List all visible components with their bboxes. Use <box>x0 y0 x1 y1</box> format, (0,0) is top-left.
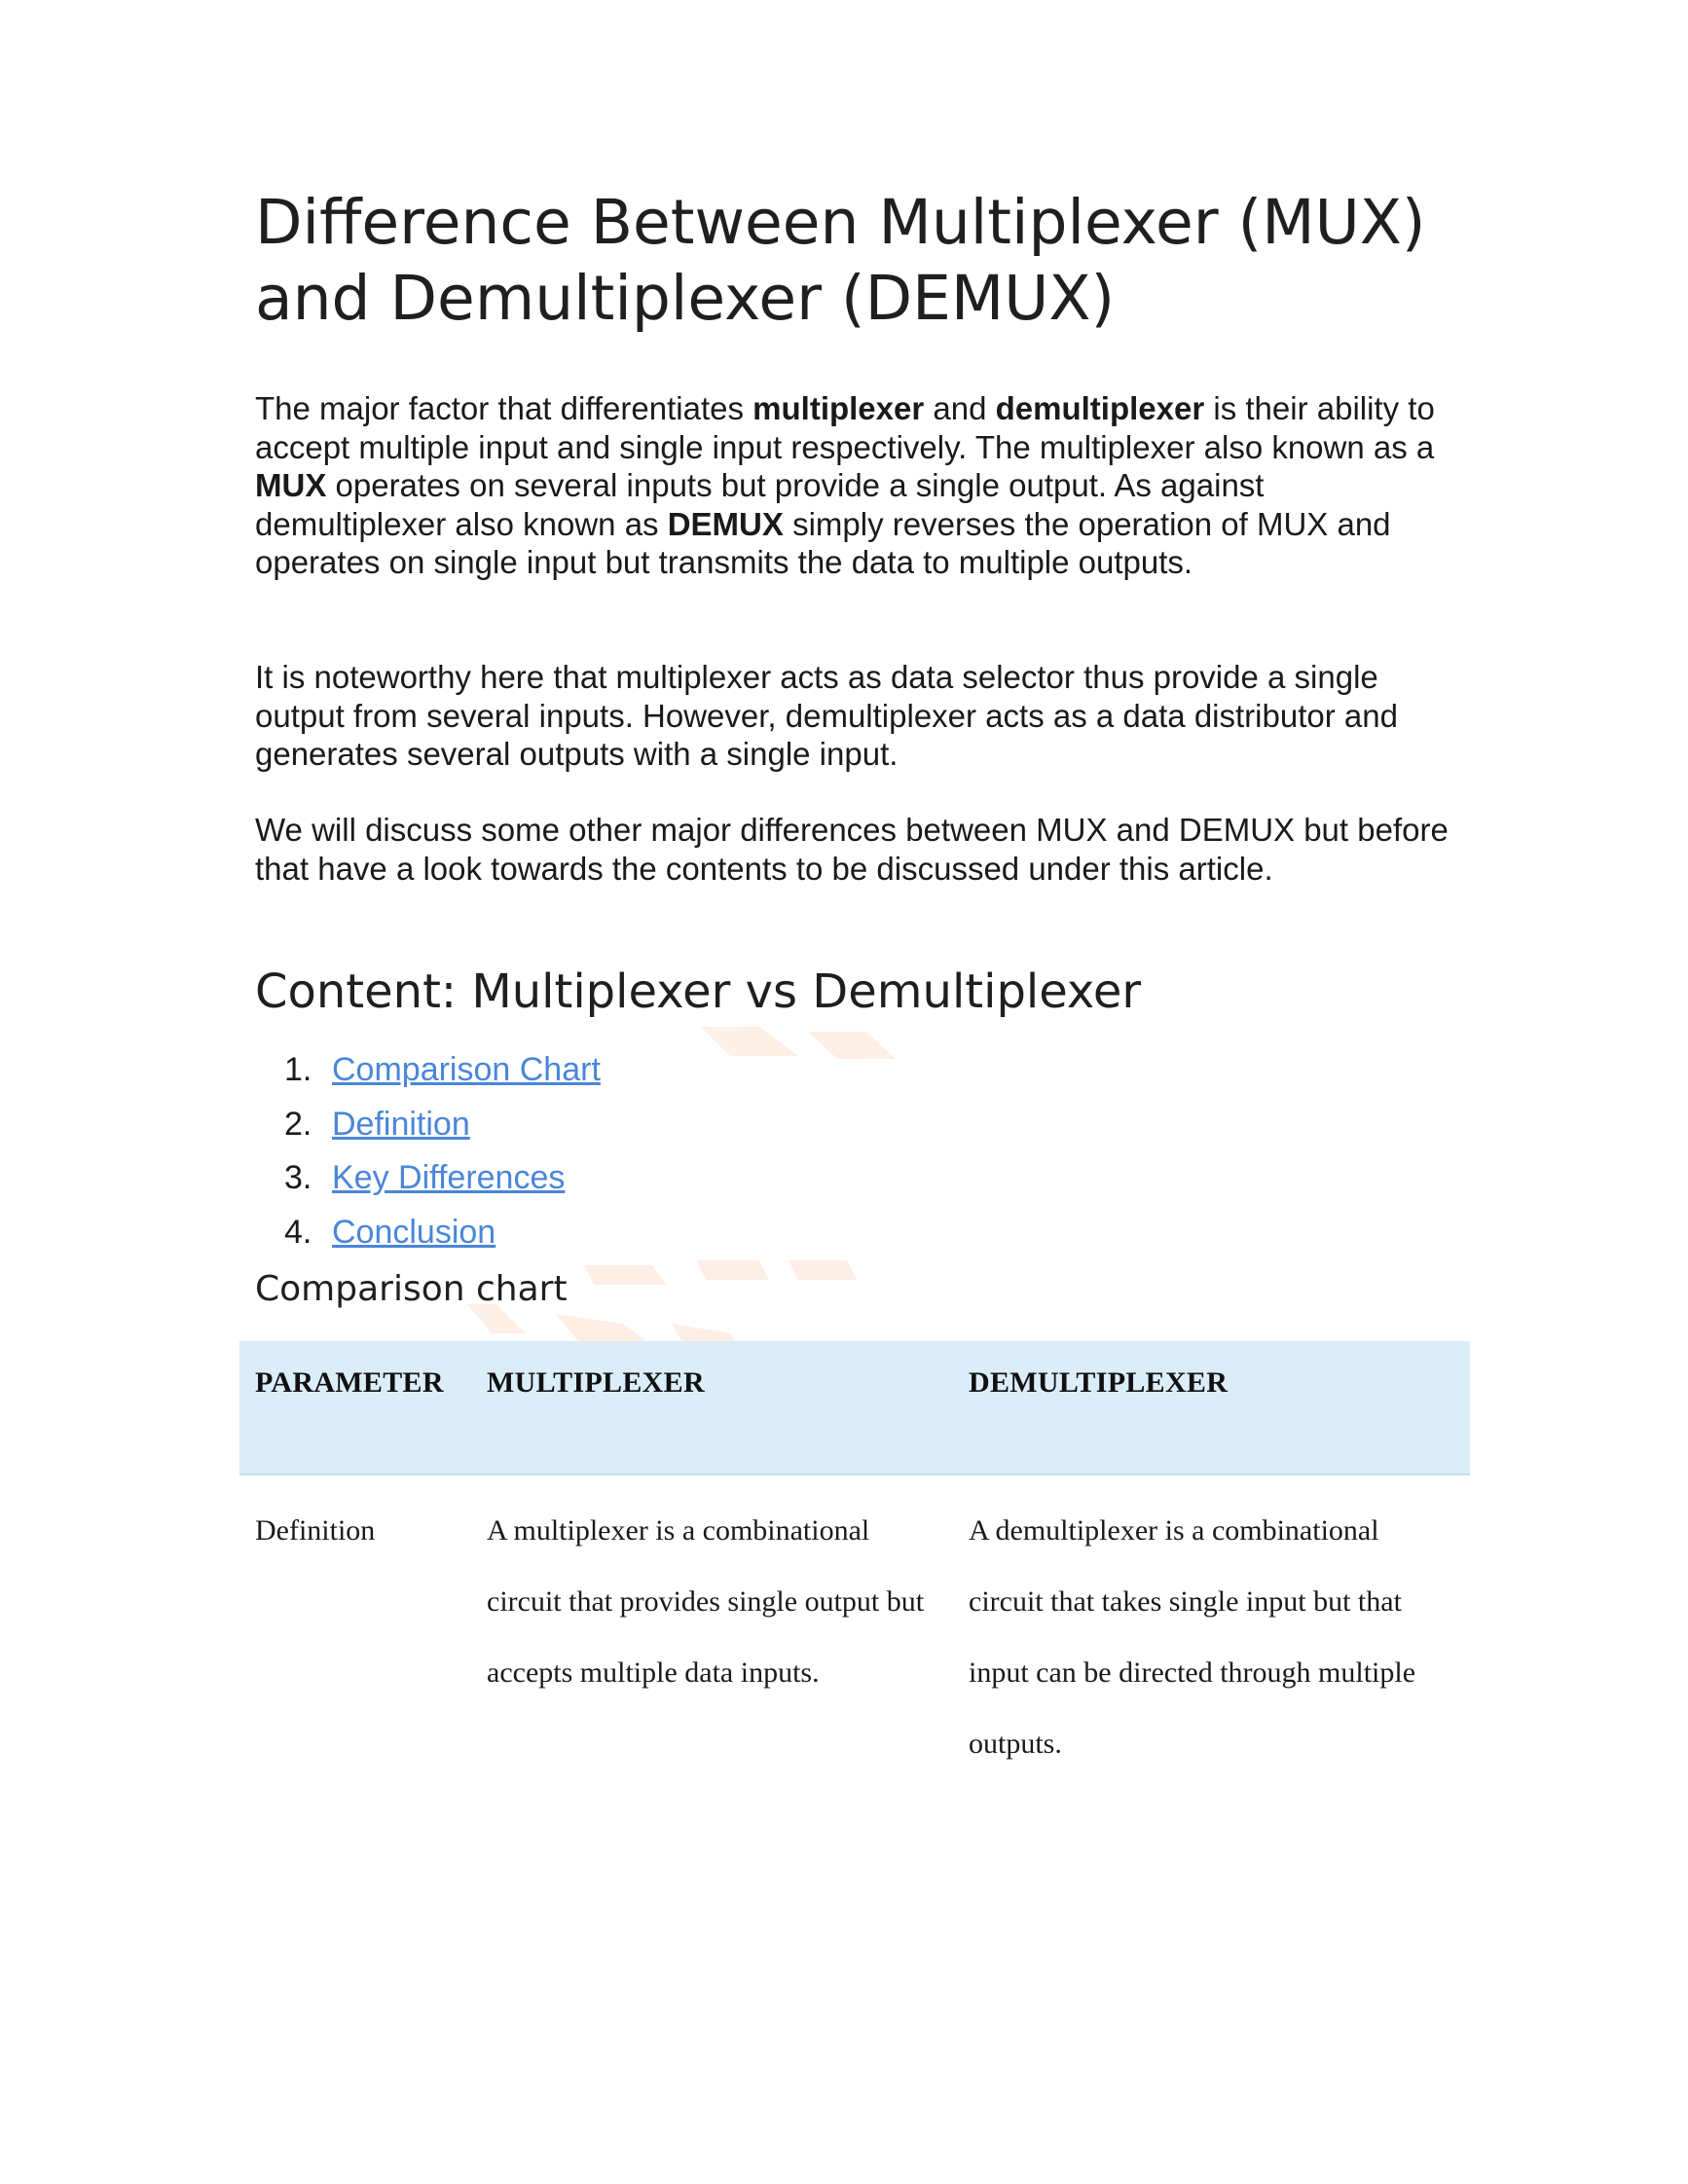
toc-link-conclusion[interactable]: Conclusion <box>332 1212 495 1253</box>
intro-bold-multiplexer: multiplexer <box>752 390 925 426</box>
cell-multiplexer: A multiplexer is a combinational circuit… <box>487 1514 925 1689</box>
header-parameter: PARAMETER <box>255 1366 444 1399</box>
intro-bold-mux: MUX <box>255 467 327 503</box>
toc-number: 3. <box>284 1159 312 1196</box>
table-row: Definition A multiplexer is a combinatio… <box>239 1475 1470 1767</box>
intro-bold-demux: DEMUX <box>667 505 784 542</box>
header-demultiplexer: DEMULTIPLEXER <box>969 1366 1229 1399</box>
discussion-paragraph: We will discuss some other major differe… <box>255 812 1449 887</box>
intro-text-2: and <box>924 390 996 426</box>
toc-link-comparison-chart[interactable]: Comparison Chart <box>332 1049 601 1090</box>
page-title: Difference Between Multiplexer (MUX) and… <box>255 187 1426 334</box>
content-heading: Content: Multiplexer vs Demultiplexer <box>255 965 1142 1019</box>
comparison-table: PARAMETER MULTIPLEXER DEMULTIPLEXER Defi… <box>239 1341 1470 1767</box>
toc-number: 4. <box>284 1213 312 1251</box>
comparison-chart-heading: Comparison chart <box>255 1269 568 1309</box>
toc-link-key-differences[interactable]: Key Differences <box>332 1157 565 1198</box>
toc-number: 1. <box>284 1051 312 1088</box>
toc-link-definition[interactable]: Definition <box>332 1104 470 1145</box>
noteworthy-paragraph: It is noteworthy here that multiplexer a… <box>255 659 1398 772</box>
table-header-row: PARAMETER MULTIPLEXER DEMULTIPLEXER <box>239 1341 1470 1475</box>
toc-number: 2. <box>284 1105 312 1143</box>
intro-text-1: The major factor that differentiates <box>255 390 753 426</box>
intro-paragraph: The major factor that differentiates mul… <box>255 389 1452 582</box>
header-multiplexer: MULTIPLEXER <box>487 1366 705 1399</box>
document-page: Difference Between Multiplexer (MUX) and… <box>0 0 1688 2184</box>
cell-parameter: Definition <box>255 1514 376 1547</box>
cell-demultiplexer: A demultiplexer is a combinational circu… <box>969 1514 1416 1760</box>
intro-bold-demultiplexer: demultiplexer <box>995 390 1205 426</box>
